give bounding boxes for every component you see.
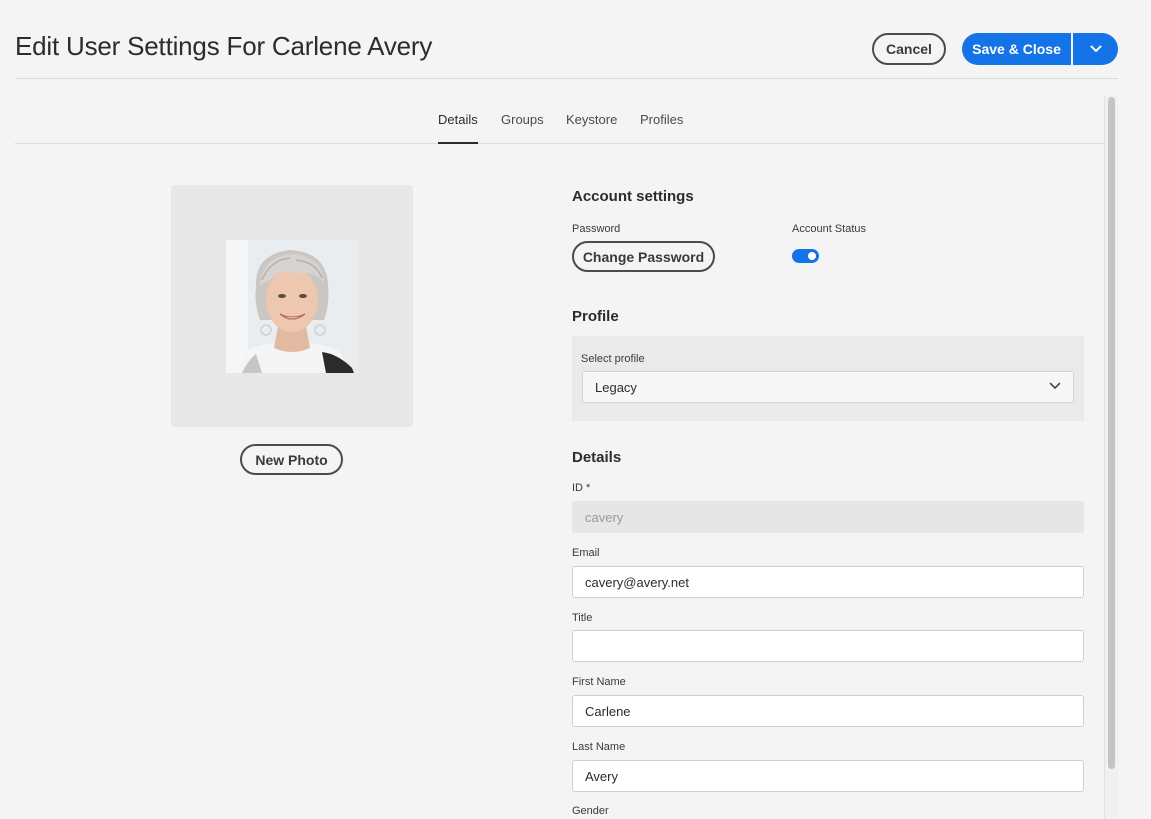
email-label: Email [572, 547, 600, 559]
user-photo [226, 240, 358, 373]
chevron-down-icon [1090, 45, 1101, 52]
tab-details[interactable]: Details [438, 112, 478, 144]
first-name-field[interactable] [572, 695, 1084, 727]
photo-container [171, 185, 413, 427]
account-settings-heading: Account settings [572, 188, 694, 205]
tab-bar: Details Groups Keystore Profiles [15, 96, 1104, 144]
profile-select[interactable]: Legacy [582, 371, 1074, 403]
avatar [226, 240, 358, 373]
tab-profiles[interactable]: Profiles [640, 112, 683, 143]
email-field[interactable] [572, 566, 1084, 598]
scrollbar-thumb[interactable] [1108, 97, 1115, 769]
account-status-toggle[interactable] [792, 249, 819, 263]
page-title: Edit User Settings For Carlene Avery [15, 31, 433, 61]
new-photo-button[interactable]: New Photo [240, 444, 343, 475]
profile-panel: Select profile Legacy [572, 336, 1084, 421]
id-field [572, 501, 1084, 533]
change-password-button[interactable]: Change Password [572, 241, 715, 272]
title-field[interactable] [572, 630, 1084, 662]
save-options-button[interactable] [1073, 33, 1118, 65]
save-button-group: Save & Close [962, 33, 1118, 65]
password-label: Password [572, 223, 621, 235]
save-close-button[interactable]: Save & Close [962, 33, 1071, 65]
edit-user-page: Edit User Settings For Carlene Avery Can… [0, 0, 1151, 819]
tab-keystore[interactable]: Keystore [566, 112, 617, 143]
details-heading: Details [572, 449, 622, 466]
last-name-field[interactable] [572, 760, 1084, 792]
page-header: Edit User Settings For Carlene Avery [15, 0, 1118, 79]
cancel-button[interactable]: Cancel [872, 33, 946, 65]
id-label: ID * [572, 482, 591, 494]
account-status-label: Account Status [792, 223, 866, 235]
select-profile-label: Select profile [581, 353, 645, 365]
profile-heading: Profile [572, 308, 619, 325]
profile-select-value: Legacy [595, 379, 637, 395]
tab-groups[interactable]: Groups [501, 112, 544, 143]
title-label: Title [572, 612, 593, 624]
toggle-knob [808, 252, 816, 260]
gender-label: Gender [572, 805, 609, 817]
last-name-label: Last Name [572, 741, 626, 753]
chevron-down-icon [1049, 382, 1061, 389]
first-name-label: First Name [572, 676, 626, 688]
